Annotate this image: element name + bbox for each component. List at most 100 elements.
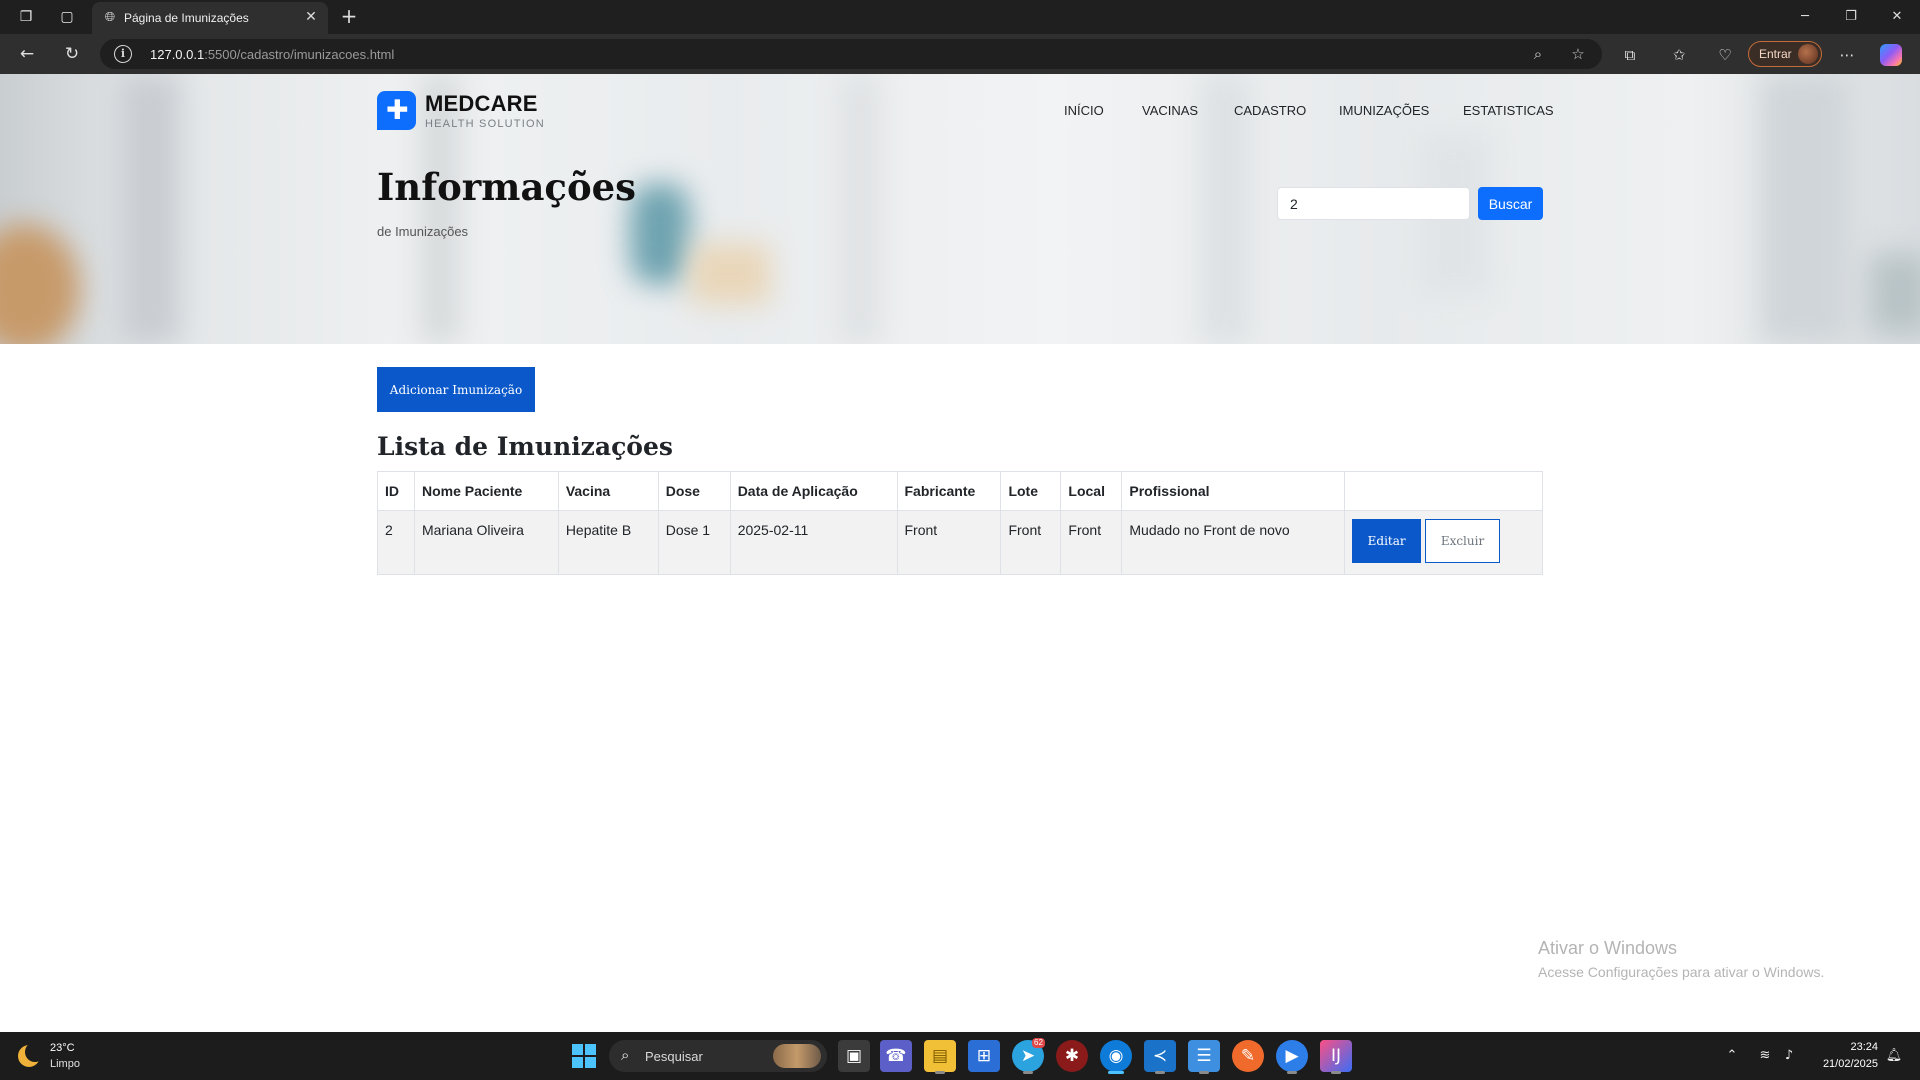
tab-close-icon[interactable]: ✕ — [302, 8, 320, 26]
medical-cross-icon: ✚ — [386, 95, 409, 126]
cell-professional: Mudado no Front de novo — [1121, 510, 1345, 575]
search-button[interactable]: Buscar — [1478, 187, 1543, 220]
extensions-icon[interactable]: ⧉ — [1619, 44, 1641, 66]
antivirus-icon[interactable]: ✱ — [1056, 1040, 1088, 1072]
close-window-icon[interactable]: ✕ — [1882, 6, 1912, 28]
column-header: Nome Paciente — [413, 471, 559, 511]
weather-temperature[interactable]: 23°C — [50, 1042, 75, 1054]
background-blur — [630, 184, 690, 284]
favorites-icon[interactable]: ✩ — [1668, 44, 1690, 66]
avatar — [1798, 44, 1818, 64]
notification-badge: 62 — [1032, 1038, 1045, 1048]
reload-icon[interactable]: ↻ — [60, 43, 84, 67]
weather-condition[interactable]: Limpo — [50, 1058, 80, 1070]
column-header: Data de Aplicação — [729, 471, 897, 511]
background-blur — [690, 244, 770, 304]
nav-item-inicio[interactable]: INÍCIO — [1064, 103, 1104, 118]
zoom-icon[interactable]: ⌕ — [1528, 44, 1548, 64]
windows-taskbar: 23°C Limpo ⌕ Pesquisar ▣ ☎ ▤ ⊞ ➤ 62 ✱ ◉ ≺… — [0, 1032, 1920, 1080]
clock-date[interactable]: 21/02/2025 — [1810, 1058, 1878, 1070]
site-info-icon[interactable]: i — [114, 45, 132, 63]
nav-item-vacinas[interactable]: VACINAS — [1142, 103, 1198, 118]
cell-dose: Dose 1 — [657, 510, 731, 575]
restore-icon[interactable]: ❐ — [1836, 6, 1866, 28]
wifi-icon[interactable]: ≋ — [1755, 1046, 1775, 1066]
notepad-icon[interactable]: ☰ — [1188, 1040, 1220, 1074]
add-immunization-button[interactable]: Adicionar Imunização — [377, 367, 535, 412]
vscode-icon[interactable]: ≺ — [1144, 1040, 1176, 1074]
cell-location: Front — [1060, 510, 1122, 575]
immunizations-table: ID Nome Paciente Vacina Dose Data de Apl… — [377, 471, 1543, 575]
volume-icon[interactable]: ♪ — [1779, 1046, 1799, 1066]
background-blur — [1870, 254, 1920, 334]
file-explorer-icon[interactable]: ▤ — [924, 1040, 956, 1074]
nav-item-imunizacoes[interactable]: IMUNIZAÇÕES — [1339, 103, 1429, 118]
clock-time[interactable]: 23:24 — [1828, 1041, 1878, 1053]
url-host: 127.0.0.1 — [150, 47, 205, 62]
delete-button[interactable]: Excluir — [1425, 519, 1501, 563]
cell-manufacturer: Front — [896, 510, 1001, 575]
teams-icon[interactable]: ☎ — [880, 1040, 912, 1072]
nav-item-cadastro[interactable]: CADASTRO — [1234, 103, 1306, 118]
taskbar-search[interactable]: ⌕ Pesquisar — [609, 1040, 827, 1072]
cell-actions: Editar Excluir — [1344, 510, 1543, 575]
activation-watermark-subtitle: Acesse Configurações para ativar o Windo… — [1538, 964, 1825, 980]
telegram-icon[interactable]: ➤ 62 — [1012, 1038, 1045, 1074]
list-title: Lista de Imunizações — [377, 432, 673, 461]
search-icon: ⌕ — [621, 1046, 630, 1064]
column-header: Vacina — [557, 471, 659, 511]
url-text[interactable]: 127.0.0.1:5500/cadastro/imunizacoes.html — [150, 47, 394, 62]
workspaces-icon[interactable]: ❐ — [16, 7, 36, 27]
column-header: Dose — [657, 471, 731, 511]
windows-start-icon[interactable] — [572, 1044, 596, 1068]
cell-batch: Front — [1000, 510, 1061, 575]
tab-title: Página de Imunizações — [124, 11, 249, 25]
intellij-icon[interactable]: IJ — [1320, 1040, 1352, 1074]
insomnia-icon[interactable]: ▶ — [1276, 1040, 1308, 1074]
page-subtitle: de Imunizações — [377, 224, 469, 239]
browser-tab-bar: ❐ ▢ 🌐︎ Página de Imunizações ✕ + ─ ❐ ✕ — [0, 0, 1920, 34]
postman-icon[interactable]: ✎ — [1232, 1040, 1264, 1072]
column-header: Local — [1060, 471, 1122, 511]
activation-watermark-title: Ativar o Windows — [1538, 938, 1678, 958]
weather-moon-icon[interactable] — [18, 1042, 45, 1068]
more-options-icon[interactable]: ⋯ — [1836, 44, 1858, 66]
logo-icon[interactable]: ✚ — [377, 91, 416, 130]
url-path: :5500/cadastro/imunizacoes.html — [204, 47, 395, 62]
globe-icon: 🌐︎ — [104, 10, 116, 25]
browser-essentials-icon[interactable]: ♡ — [1714, 44, 1736, 66]
column-header: Profissional — [1121, 471, 1345, 511]
profile-button[interactable]: Entrar — [1748, 41, 1822, 67]
favorite-star-icon[interactable]: ☆ — [1568, 44, 1588, 64]
search-input[interactable] — [1277, 187, 1470, 220]
notification-bell-icon[interactable]: 🔔︎ — [1884, 1046, 1904, 1066]
web-page: ✚ MEDCARE HEALTH SOLUTION INÍCIO VACINAS… — [0, 74, 1920, 1032]
nav-item-estatisticas[interactable]: ESTATISTICAS — [1463, 103, 1554, 118]
address-toolbar: ← ↻ i 127.0.0.1:5500/cadastro/imunizacoe… — [0, 34, 1920, 74]
task-view-icon[interactable]: ▣ — [838, 1040, 870, 1072]
microsoft-store-icon[interactable]: ⊞ — [968, 1040, 1000, 1072]
tab-actions-icon[interactable]: ▢ — [57, 7, 77, 27]
back-icon[interactable]: ← — [15, 43, 39, 67]
column-header: ID — [377, 471, 415, 511]
edit-button[interactable]: Editar — [1352, 519, 1422, 563]
edge-browser-icon[interactable]: ◉ — [1100, 1040, 1132, 1074]
address-bar[interactable]: i 127.0.0.1:5500/cadastro/imunizacoes.ht… — [100, 39, 1602, 69]
column-header: Lote — [1000, 471, 1061, 511]
column-header: Fabricante — [896, 471, 1001, 511]
table-row: 2 Mariana Oliveira Hepatite B Dose 1 202… — [377, 510, 1543, 575]
search-highlight-image — [773, 1044, 821, 1068]
browser-tab-active[interactable]: 🌐︎ Página de Imunizações ✕ — [92, 2, 328, 34]
cell-patient-name: Mariana Oliveira — [413, 510, 559, 575]
page-title: Informações — [377, 165, 636, 209]
logo-tagline: HEALTH SOLUTION — [425, 118, 545, 130]
profile-label: Entrar — [1759, 47, 1792, 61]
taskbar-search-label: Pesquisar — [645, 1049, 703, 1064]
cell-id: 2 — [377, 510, 415, 575]
copilot-icon[interactable] — [1880, 44, 1902, 66]
new-tab-icon[interactable]: + — [338, 6, 360, 28]
hero-section: ✚ MEDCARE HEALTH SOLUTION INÍCIO VACINAS… — [0, 74, 1920, 344]
logo-name[interactable]: MEDCARE — [425, 91, 538, 117]
tray-chevron-up-icon[interactable]: ⌃ — [1722, 1046, 1742, 1066]
minimize-icon[interactable]: ─ — [1790, 6, 1820, 28]
